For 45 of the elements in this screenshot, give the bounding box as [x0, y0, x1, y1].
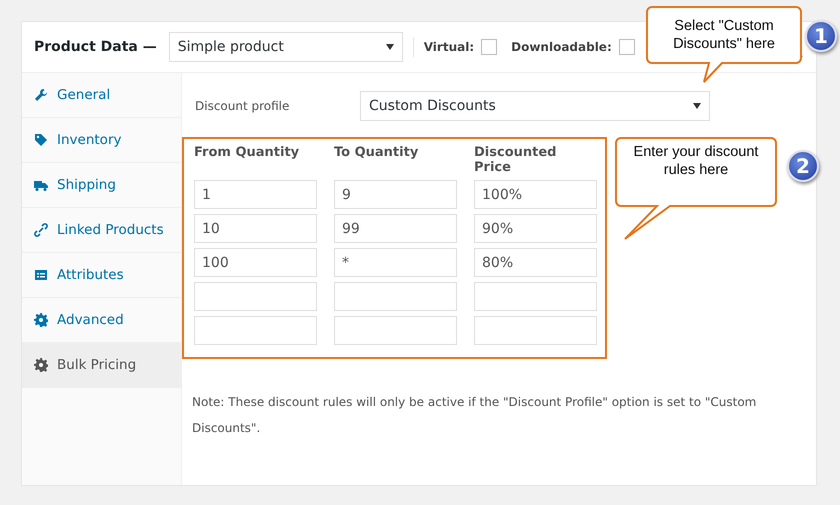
input-field[interactable] — [194, 316, 317, 345]
sidebar-tab[interactable]: Shipping — [22, 163, 181, 208]
option-label: Virtual: — [424, 40, 474, 54]
checkbox[interactable] — [481, 39, 498, 55]
link-icon — [34, 223, 48, 237]
input-field[interactable]: 100% — [474, 180, 597, 209]
sidebar-tab[interactable]: General — [22, 73, 181, 118]
input-field[interactable] — [474, 316, 597, 345]
card-icon — [34, 268, 48, 282]
input-field[interactable] — [474, 282, 597, 311]
product-type-select[interactable]: Simple product — [168, 32, 403, 62]
gear-icon — [34, 358, 48, 372]
option-label: Downloadable: — [511, 40, 612, 54]
checkbox[interactable] — [618, 39, 635, 55]
gear-icon — [34, 313, 48, 327]
input-field[interactable]: 80% — [474, 248, 597, 277]
sidebar-tab[interactable]: Linked Products — [22, 208, 181, 253]
panel-title: Product Data — — [34, 39, 157, 55]
input-field[interactable]: 90% — [474, 214, 597, 243]
sidebar-tab[interactable]: Bulk Pricing — [22, 343, 181, 388]
tag-icon — [34, 133, 48, 147]
input-field[interactable]: 100 — [194, 248, 317, 277]
column-header: From Quantity — [194, 145, 300, 162]
input-field[interactable]: 9 — [334, 180, 457, 209]
input-field[interactable] — [334, 282, 457, 311]
callout-text: Enter your discount rules here — [632, 143, 760, 179]
input-field[interactable]: * — [334, 248, 457, 277]
step-badge: 1 — [805, 20, 837, 52]
sidebar-tab[interactable]: Attributes — [22, 253, 181, 298]
input-field[interactable]: 1 — [194, 180, 317, 209]
field-label: Discount profile — [195, 99, 290, 113]
column-header: Discounted Price — [474, 145, 558, 175]
input-field[interactable]: 99 — [334, 214, 457, 243]
input-field[interactable] — [194, 282, 317, 311]
input-field[interactable]: 10 — [194, 214, 317, 243]
caret-icon — [693, 103, 701, 109]
input-field[interactable] — [334, 316, 457, 345]
note-text: Note: These discount rules will only be active if the "Discount Profile" option is set to "Custom Discounts". — [192, 394, 758, 437]
wrench-icon — [34, 88, 48, 102]
discount-profile-select[interactable]: Custom Discounts — [360, 91, 710, 121]
column-header: To Quantity — [334, 145, 420, 162]
callout-text: Select "Custom Discounts" here — [672, 17, 776, 53]
caret-icon — [386, 44, 394, 50]
sidebar-tab[interactable]: Inventory — [22, 118, 181, 163]
truck-icon — [34, 178, 48, 192]
